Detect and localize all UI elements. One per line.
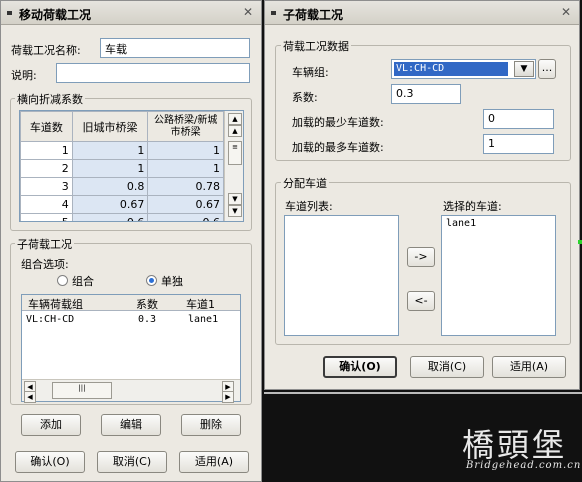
cell-highway-factor[interactable]: 0.6 — [147, 213, 224, 221]
scroll-top-icon[interactable]: ▲ — [228, 113, 242, 125]
description-label: 说明: — [11, 69, 37, 82]
sub-list-header: 车辆荷载组 系数 车道1 — [22, 295, 240, 311]
close-icon[interactable]: ✕ — [561, 5, 571, 19]
vehicle-group-label: 车辆组: — [292, 66, 329, 79]
scroll-thumb[interactable]: ≡ — [228, 141, 242, 165]
table-row[interactable]: 5 0.6 0.6 — [20, 213, 224, 221]
header-lanes: 车道数 — [20, 111, 73, 142]
cell-highway-factor[interactable]: 1 — [147, 141, 224, 160]
remove-lane-button[interactable]: <- — [407, 291, 435, 311]
cell-lanes: 3 — [20, 177, 73, 196]
reduction-factor-group-title: 横向折减系数 — [15, 91, 85, 107]
selected-lanes-list[interactable]: lane1 — [441, 215, 556, 336]
close-icon[interactable]: ✕ — [243, 5, 253, 19]
table-row[interactable]: 2 1 1 — [20, 159, 224, 178]
cell-old-factor[interactable]: 0.8 — [71, 177, 149, 196]
browse-button[interactable]: ... — [538, 59, 556, 79]
cell-lanes: 5 — [20, 213, 73, 221]
sub-load-case-dialog: 子荷载工况 ✕ 荷载工况数据 车辆组: VL:CH-CD ▼ ... 系数: 0… — [264, 0, 580, 390]
delete-button[interactable]: 删除 — [181, 414, 241, 436]
col-factor: 系数 — [136, 298, 158, 311]
ok-button[interactable]: 确认(O) — [323, 356, 397, 378]
grip-icon — [271, 11, 276, 15]
cancel-button[interactable]: 取消(C) — [410, 356, 484, 378]
max-lanes-label: 加载的最多车道数: — [292, 141, 384, 154]
cell-lanes: 4 — [20, 195, 73, 214]
scroll-bottom-icon[interactable]: ▼ — [228, 205, 242, 217]
assign-lanes-group-title: 分配车道 — [281, 175, 329, 191]
left-titlebar[interactable]: 移动荷载工况 ✕ — [1, 1, 261, 25]
table-vertical-scrollbar[interactable]: ▲ ▲ ≡ ▼ ▼ — [224, 111, 243, 221]
list-item[interactable]: VL:CH-CD 0.3 lane1 — [22, 312, 240, 328]
chevron-down-icon[interactable]: ▼ — [514, 61, 534, 77]
cell-old-factor[interactable]: 1 — [71, 159, 149, 178]
cell-highway-factor[interactable]: 0.78 — [147, 177, 224, 196]
add-button[interactable]: 添加 — [21, 414, 81, 436]
scroll-down-icon[interactable]: ▼ — [228, 193, 242, 205]
right-dialog-title: 子荷载工况 — [283, 8, 344, 22]
min-lanes-input[interactable]: 0 — [483, 109, 554, 129]
grip-icon — [7, 11, 12, 15]
lane-list[interactable] — [284, 215, 399, 336]
factor-label: 系数: — [292, 91, 318, 104]
canvas-line — [264, 392, 582, 394]
combine-radio[interactable] — [57, 275, 68, 286]
edit-button[interactable]: 编辑 — [101, 414, 161, 436]
cell-old-factor[interactable]: 0.6 — [71, 213, 149, 221]
list-item[interactable]: lane1 — [446, 218, 476, 229]
reduction-factor-table: 车道数 旧城市桥梁 公路桥梁/新城市桥梁 1 1 1 2 1 1 3 0.8 0… — [20, 111, 224, 221]
load-case-name-input[interactable]: 车载 — [100, 38, 250, 58]
factor-input[interactable]: 0.3 — [391, 84, 461, 104]
ok-button[interactable]: 确认(O) — [15, 451, 85, 473]
sub-load-case-group-title: 子荷载工况 — [15, 236, 74, 252]
add-lane-button[interactable]: -> — [407, 247, 435, 267]
list-item-factor: 0.3 — [138, 314, 157, 325]
horizontal-scrollbar[interactable]: ◀ ◀ ||| ▶ ▶ — [22, 379, 240, 403]
scroll-left-small-icon[interactable]: ◀ — [24, 391, 36, 403]
list-item-vehicle: VL:CH-CD — [26, 314, 75, 325]
watermark-url: Bridgehead.com.cn — [466, 460, 582, 471]
table-row[interactable]: 4 0.67 0.67 — [20, 195, 224, 214]
min-lanes-label: 加载的最少车道数: — [292, 116, 384, 129]
sub-load-case-list[interactable]: 车辆荷载组 系数 车道1 VL:CH-CD 0.3 lane1 ◀ ◀ ||| … — [21, 294, 241, 403]
h-scroll-thumb[interactable]: ||| — [52, 382, 112, 399]
vehicle-group-selected-value: VL:CH-CD — [394, 62, 508, 76]
canvas-marker — [578, 240, 582, 244]
description-input[interactable] — [56, 63, 250, 83]
single-radio-label: 单独 — [161, 275, 183, 288]
col-lane1: 车道1 — [186, 298, 215, 311]
max-lanes-input[interactable]: 1 — [483, 134, 554, 154]
col-vehicle-group: 车辆荷载组 — [28, 298, 83, 311]
cell-highway-factor[interactable]: 0.67 — [147, 195, 224, 214]
combination-options-label: 组合选项: — [21, 258, 69, 271]
selected-lanes-label: 选择的车道: — [443, 200, 502, 213]
vehicle-group-select[interactable]: VL:CH-CD ▼ — [391, 59, 536, 79]
apply-button[interactable]: 适用(A) — [492, 356, 566, 378]
header-highway-bridge: 公路桥梁/新城市桥梁 — [147, 111, 224, 142]
cell-lanes: 1 — [20, 141, 73, 160]
cell-old-factor[interactable]: 0.67 — [71, 195, 149, 214]
lane-list-label: 车道列表: — [285, 200, 333, 213]
cell-highway-factor[interactable]: 1 — [147, 159, 224, 178]
table-row[interactable]: 1 1 1 — [20, 141, 224, 160]
cell-lanes: 2 — [20, 159, 73, 178]
moving-load-case-dialog: 移动荷载工况 ✕ 荷载工况名称: 车载 说明: 横向折减系数 车道数 旧城市桥梁… — [0, 0, 262, 482]
single-radio[interactable] — [146, 275, 157, 286]
load-case-data-group-title: 荷载工况数据 — [281, 38, 351, 54]
scroll-up-icon[interactable]: ▲ — [228, 125, 242, 137]
load-case-name-label: 荷载工况名称: — [11, 44, 81, 57]
cell-old-factor[interactable]: 1 — [71, 141, 149, 160]
table-row[interactable]: 3 0.8 0.78 — [20, 177, 224, 196]
combine-radio-label: 组合 — [72, 275, 94, 288]
apply-button[interactable]: 适用(A) — [179, 451, 249, 473]
reduction-factor-table-box: 车道数 旧城市桥梁 公路桥梁/新城市桥梁 1 1 1 2 1 1 3 0.8 0… — [19, 110, 244, 222]
left-dialog-title: 移动荷载工况 — [19, 8, 92, 22]
right-titlebar[interactable]: 子荷载工况 ✕ — [265, 1, 579, 25]
scroll-right-small-icon[interactable]: ▶ — [222, 391, 234, 403]
header-old-city-bridge: 旧城市桥梁 — [71, 111, 149, 142]
list-item-lane: lane1 — [188, 314, 219, 325]
cancel-button[interactable]: 取消(C) — [97, 451, 167, 473]
